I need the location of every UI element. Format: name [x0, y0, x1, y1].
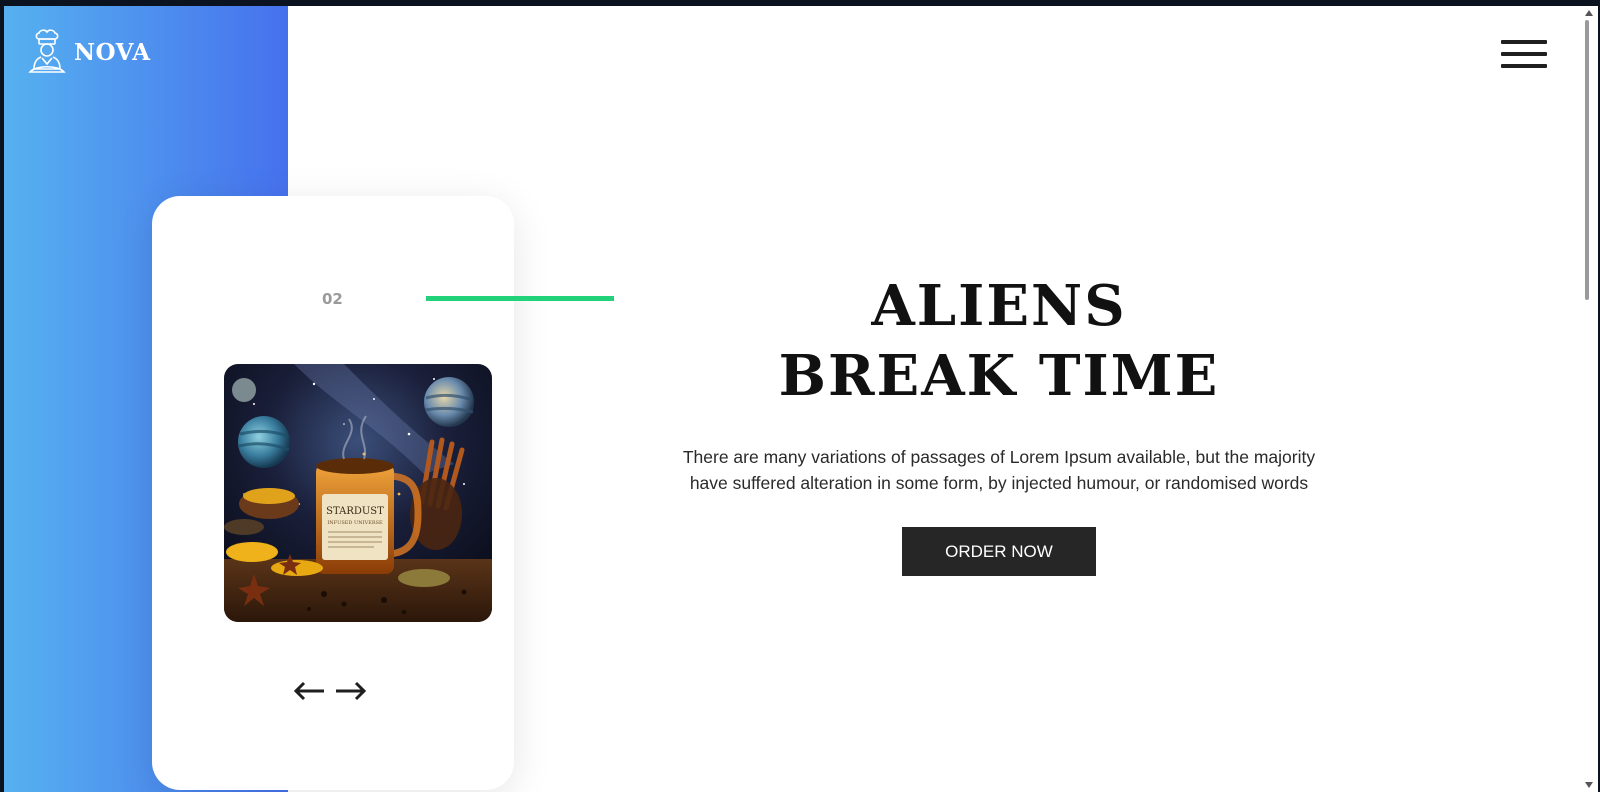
brand-name: NOVA	[74, 38, 151, 66]
product-image: STARDUST INFUSED UNIVERSE	[224, 364, 492, 622]
vertical-scrollbar[interactable]	[1580, 6, 1598, 792]
hero-title: ALIENS BREAK TIME	[644, 271, 1354, 411]
browser-viewport: NOVA 02 STARDUST INFUSED UNIVERSE ALIENS…	[4, 6, 1598, 792]
slide-number: 02	[322, 290, 343, 308]
product-card: 02 STARDUST INFUSED UNIVERSE	[152, 196, 514, 790]
scrollbar-thumb[interactable]	[1585, 20, 1589, 300]
scroll-up-icon[interactable]	[1585, 10, 1593, 16]
brand-logo[interactable]: NOVA	[28, 26, 151, 78]
hamburger-icon[interactable]	[1501, 40, 1547, 74]
chef-icon	[28, 29, 66, 73]
hero-content: ALIENS BREAK TIME There are many variati…	[644, 271, 1354, 576]
scroll-down-icon[interactable]	[1585, 782, 1593, 788]
hero-description: There are many variations of passages of…	[682, 447, 1316, 493]
arrow-left-icon[interactable]	[292, 678, 326, 704]
image-label-subtitle: INFUSED UNIVERSE	[327, 520, 383, 526]
slide-progress-line	[426, 296, 614, 301]
order-now-button[interactable]: ORDER NOW	[902, 527, 1096, 576]
hero-title-line2: BREAK TIME	[778, 343, 1220, 409]
slider-arrows	[292, 678, 368, 704]
arrow-right-icon[interactable]	[334, 678, 368, 704]
hero-title-line1: ALIENS	[871, 273, 1127, 339]
image-label-title: STARDUST	[326, 506, 384, 517]
